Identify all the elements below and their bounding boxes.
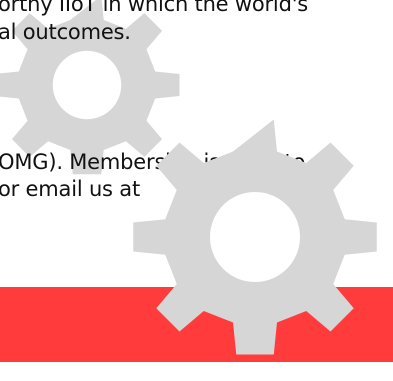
body-text-line: or email us at — [0, 177, 140, 201]
body-text-line: OMG). Membership is open to — [0, 150, 306, 174]
body-text-line: al outcomes. — [0, 20, 131, 44]
red-footer-band — [0, 287, 393, 362]
page: orthy IIoT in which the world's al outco… — [0, 0, 393, 381]
body-text-line: orthy IIoT in which the world's — [0, 0, 309, 16]
